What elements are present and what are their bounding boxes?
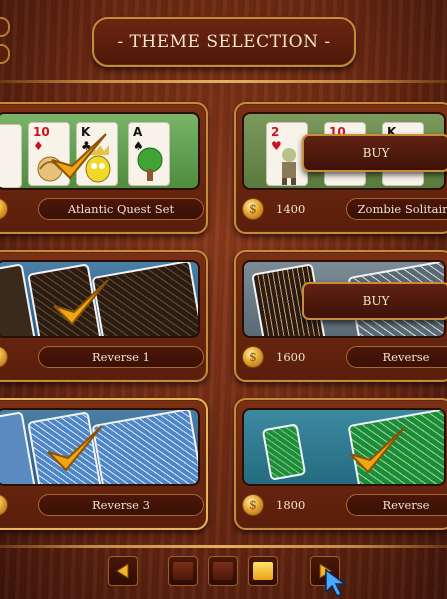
playing-card <box>0 124 22 188</box>
prev-page-button[interactable] <box>108 556 138 586</box>
coin-icon: $ <box>242 494 264 516</box>
buy-button[interactable]: BUY <box>302 134 447 172</box>
theme-name: Reverse 3 <box>38 494 204 516</box>
mouse-cursor-icon <box>325 568 348 598</box>
theme-preview <box>242 408 446 486</box>
zombie-icon <box>282 148 296 185</box>
checkmark-icon <box>47 425 103 472</box>
coin-icon <box>0 198 8 220</box>
theme-card-reverse-1[interactable]: Reverse 1 <box>0 250 208 382</box>
theme-preview: 10 ♦ K ♣ A ♠ <box>0 112 200 190</box>
theme-name: Reverse 1 <box>38 346 204 368</box>
card-back <box>261 423 307 481</box>
card-back <box>91 410 198 484</box>
header-tab-left-1 <box>0 17 10 37</box>
tree-icon <box>137 147 163 181</box>
price: $ 1800 <box>242 494 305 516</box>
buy-button[interactable]: BUY <box>302 282 447 320</box>
arrow-left-icon <box>116 563 129 579</box>
header-divider <box>0 80 447 83</box>
theme-name: Zombie Solitaire <box>346 198 447 220</box>
price-value: 1600 <box>276 350 306 364</box>
theme-card-reverse-3[interactable]: Reverse 3 <box>0 398 208 530</box>
price-value: 1800 <box>276 498 306 512</box>
theme-preview <box>0 408 200 486</box>
page-title: - THEME SELECTION - <box>92 17 356 67</box>
header-tab-left-2 <box>0 44 10 64</box>
coin-icon <box>0 346 8 368</box>
theme-card-reverse-1800[interactable]: $ 1800 Reverse <box>234 398 447 530</box>
theme-card-reverse-1600[interactable]: BUY $ 1600 Reverse <box>234 250 447 382</box>
coin-icon: $ <box>242 346 264 368</box>
theme-card-zombie-solitaire[interactable]: 2♥ 10♦ K♣ BUY $ 1400 Zombie Solitaire <box>234 102 447 234</box>
coin-icon <box>0 494 8 516</box>
footer-divider <box>0 545 447 548</box>
theme-name: Reverse <box>346 494 447 516</box>
theme-preview <box>0 260 200 338</box>
checkmark-icon <box>349 427 405 474</box>
price: $ 1600 <box>242 346 305 368</box>
page-3-button[interactable] <box>248 556 278 586</box>
page-1-button[interactable] <box>168 556 198 586</box>
playing-card: A ♠ <box>128 122 170 186</box>
page-2-button[interactable] <box>208 556 238 586</box>
price: $ 1400 <box>242 198 305 220</box>
price-value: 1400 <box>276 202 306 216</box>
theme-name: Reverse <box>346 346 447 368</box>
theme-name: Atlantic Quest Set <box>38 198 204 220</box>
coin-icon: $ <box>242 198 264 220</box>
checkmark-icon <box>51 133 107 180</box>
checkmark-icon <box>53 279 109 326</box>
theme-card-atlantic-quest[interactable]: 10 ♦ K ♣ A ♠ Atlantic Quest Set <box>0 102 208 234</box>
